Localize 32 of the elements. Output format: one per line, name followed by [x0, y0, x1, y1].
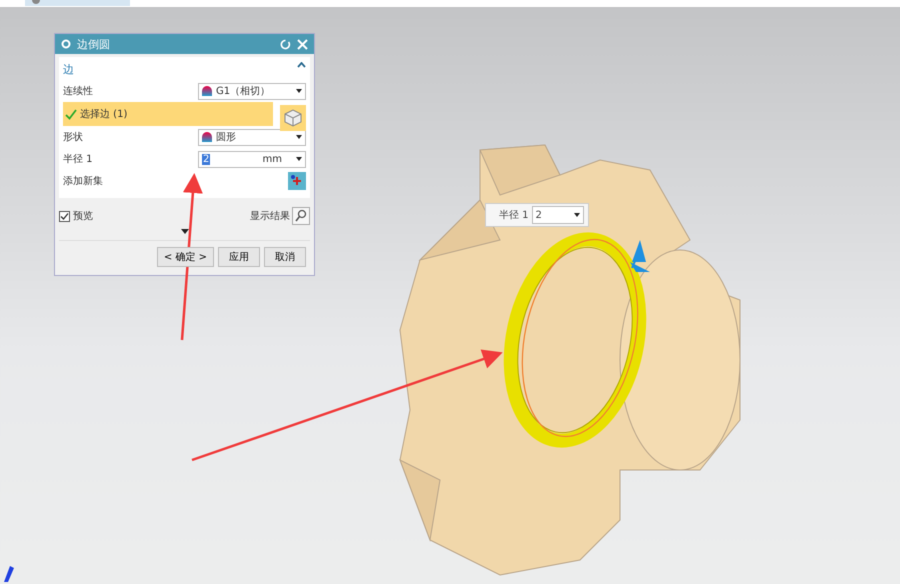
chevron-icon — [297, 62, 306, 68]
radius-input-field[interactable]: 2 mm — [198, 150, 306, 168]
expand-arrow-icon[interactable] — [180, 229, 188, 234]
field-label: 半径 1 — [499, 208, 529, 222]
dialog-button[interactable]: 应用 — [218, 247, 260, 267]
preview-checkbox[interactable]: 预览 — [59, 209, 93, 223]
reset-icon[interactable] — [280, 38, 291, 50]
magnifier-icon[interactable] — [292, 207, 310, 225]
show-result-label: 显示结果 — [250, 210, 290, 223]
field-label: 添加新集 — [63, 174, 103, 188]
check-mark-icon — [60, 212, 69, 220]
caret-icon — [296, 135, 302, 139]
close-icon[interactable] — [297, 38, 308, 50]
check-mark-icon — [65, 108, 77, 120]
caret-icon — [296, 157, 302, 161]
dialog-button[interactable]: 取消 — [264, 247, 306, 267]
field-label: 形状 — [63, 130, 83, 144]
caret-icon — [296, 89, 302, 93]
caret-icon — [574, 213, 580, 217]
continuity-dropdown[interactable]: G1（相切） — [198, 82, 306, 100]
axis-triad-icon — [4, 566, 14, 582]
shape-dropdown[interactable]: 圆形 — [198, 128, 306, 146]
field-label: 连续性 — [63, 84, 93, 98]
dialog-button[interactable]: < 确定 > — [156, 247, 214, 267]
cube-icon[interactable] — [280, 105, 306, 131]
section-header[interactable]: 边 — [63, 59, 306, 80]
radius-dropdown[interactable]: 2 — [532, 206, 584, 224]
add-set-icon[interactable] — [288, 172, 306, 190]
field-label: 半径 1 — [63, 152, 93, 166]
direction-arrow-icon[interactable] — [630, 240, 650, 272]
select-edge-row[interactable]: 选择边 (1) — [63, 102, 273, 126]
dialog-title: 边倒圆 — [77, 36, 111, 52]
